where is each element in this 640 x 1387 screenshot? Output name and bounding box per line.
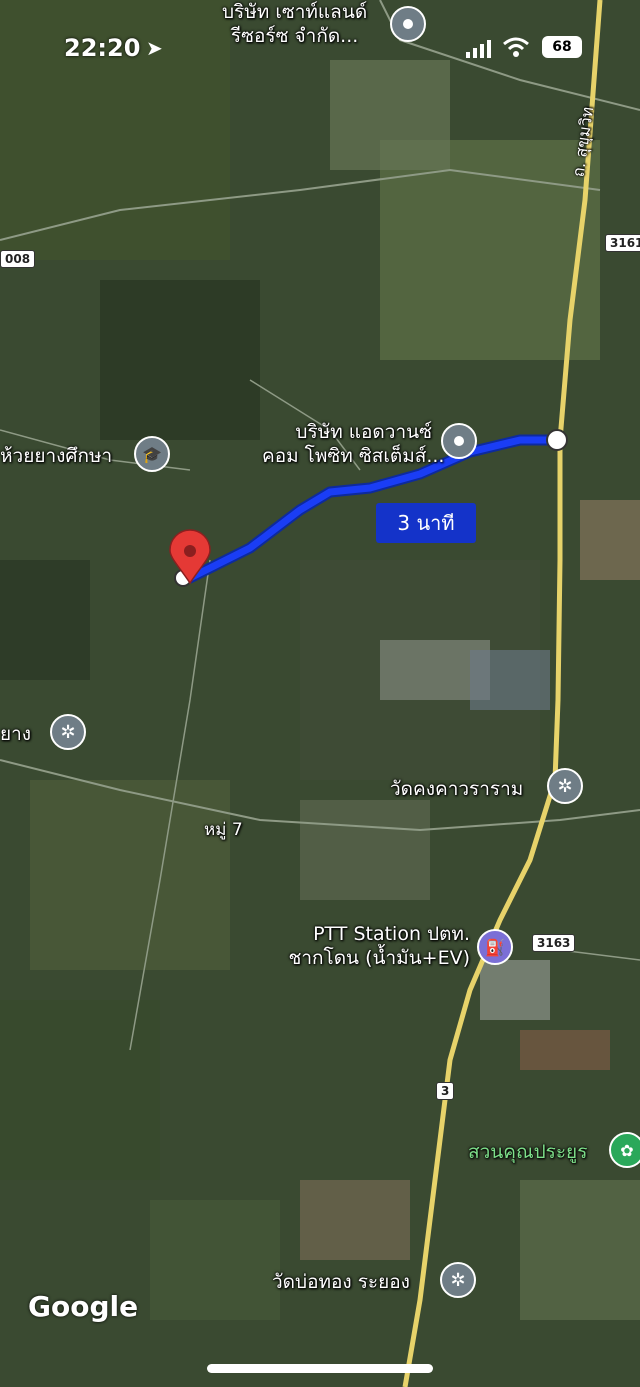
temple-icon[interactable]: ✲: [547, 768, 583, 804]
place-pin-icon[interactable]: [441, 423, 477, 459]
fuel-station-icon[interactable]: ⛽: [477, 929, 513, 965]
place-label-line2: ชากโดน (น้ำมัน+EV): [288, 947, 470, 969]
place-label-wat-khong[interactable]: วัดคงคาวราราม: [390, 777, 523, 801]
satellite-map[interactable]: [0, 0, 640, 1387]
place-label-moo7: หมู่ 7: [204, 820, 243, 840]
status-time: 22:20: [64, 34, 141, 62]
temple-icon[interactable]: ✲: [440, 1262, 476, 1298]
place-label-line2: คอม โพซิท ซิสเต็มส์...: [262, 445, 445, 467]
route-origin-dot: [546, 429, 568, 451]
location-arrow-icon: ➤: [146, 36, 163, 60]
route-eta-badge[interactable]: 3 นาที: [376, 503, 476, 543]
road-shield-3161: 3161: [605, 234, 640, 252]
place-label-line2: รีซอร์ซ จำกัด...: [230, 25, 359, 47]
road-shield-3163: 3163: [532, 934, 576, 952]
place-label-advance-composite[interactable]: บริษัท แอดวานซ์ คอม โพซิท ซิสเต็มส์...: [262, 420, 445, 468]
graduation-cap-icon[interactable]: 🎓: [134, 436, 170, 472]
road-shield-3: 3: [436, 1082, 455, 1100]
place-label-line1: บริษัท แอดวานซ์: [295, 421, 432, 443]
place-label-line1: บริษัท เซาท์แลนด์: [222, 1, 368, 23]
place-label-wat-bo-thong[interactable]: วัดบ่อทอง ระยอง: [272, 1270, 410, 1294]
wifi-icon: [503, 37, 529, 57]
google-logo: Google: [28, 1290, 139, 1323]
place-pin-icon[interactable]: [390, 6, 426, 42]
temple-icon[interactable]: ✲: [50, 714, 86, 750]
place-label-suan[interactable]: สวนคุณประยูร: [468, 1140, 587, 1164]
place-label-line1: PTT Station ปตท.: [313, 923, 470, 945]
battery-indicator: 68: [542, 36, 582, 58]
place-label-ptt[interactable]: PTT Station ปตท. ชากโดน (น้ำมัน+EV): [270, 922, 470, 970]
signal-icon: [466, 40, 491, 58]
place-label-south-land[interactable]: บริษัท เซาท์แลนด์ รีซอร์ซ จำกัด...: [222, 0, 367, 48]
home-indicator[interactable]: [207, 1364, 433, 1373]
road-shield-008: 008: [0, 250, 36, 268]
flower-icon[interactable]: ✿: [609, 1132, 640, 1168]
place-label-school[interactable]: ห้วยยางศึกษา: [0, 444, 112, 468]
place-label-left-temple[interactable]: ยาง: [0, 722, 31, 746]
